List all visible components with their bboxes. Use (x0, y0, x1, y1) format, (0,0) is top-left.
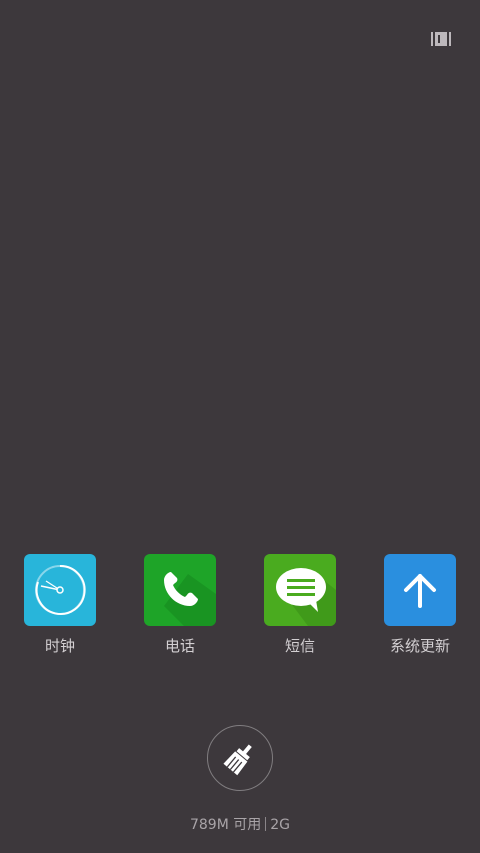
app-label-system-update: 系统更新 (389, 637, 450, 655)
app-label-phone: 电话 (164, 637, 195, 655)
memory-total: 2G (270, 817, 291, 833)
message-icon (264, 554, 336, 626)
memory-separator (265, 817, 267, 831)
app-system-update[interactable]: 系统更新 (360, 554, 480, 656)
app-label-clock: 时钟 (44, 637, 75, 655)
multi-window-toggle-icon (431, 32, 451, 46)
clock-icon (24, 554, 96, 626)
clear-recents-button[interactable] (207, 725, 273, 791)
app-clock[interactable]: 时钟 (0, 554, 120, 656)
broom-icon (223, 744, 252, 776)
app-label-messages: 短信 (284, 637, 315, 655)
app-phone[interactable]: 电话 (120, 554, 240, 656)
memory-status: 789M 可用 2G (0, 815, 480, 835)
recent-apps-row: 时钟 电话 短信 系统更新 (0, 554, 480, 664)
upload-arrow-icon (384, 554, 456, 626)
multi-window-toggle-button[interactable] (424, 22, 458, 56)
app-messages[interactable]: 短信 (240, 554, 360, 656)
phone-icon (144, 554, 216, 626)
memory-available: 789M 可用 (189, 817, 262, 833)
